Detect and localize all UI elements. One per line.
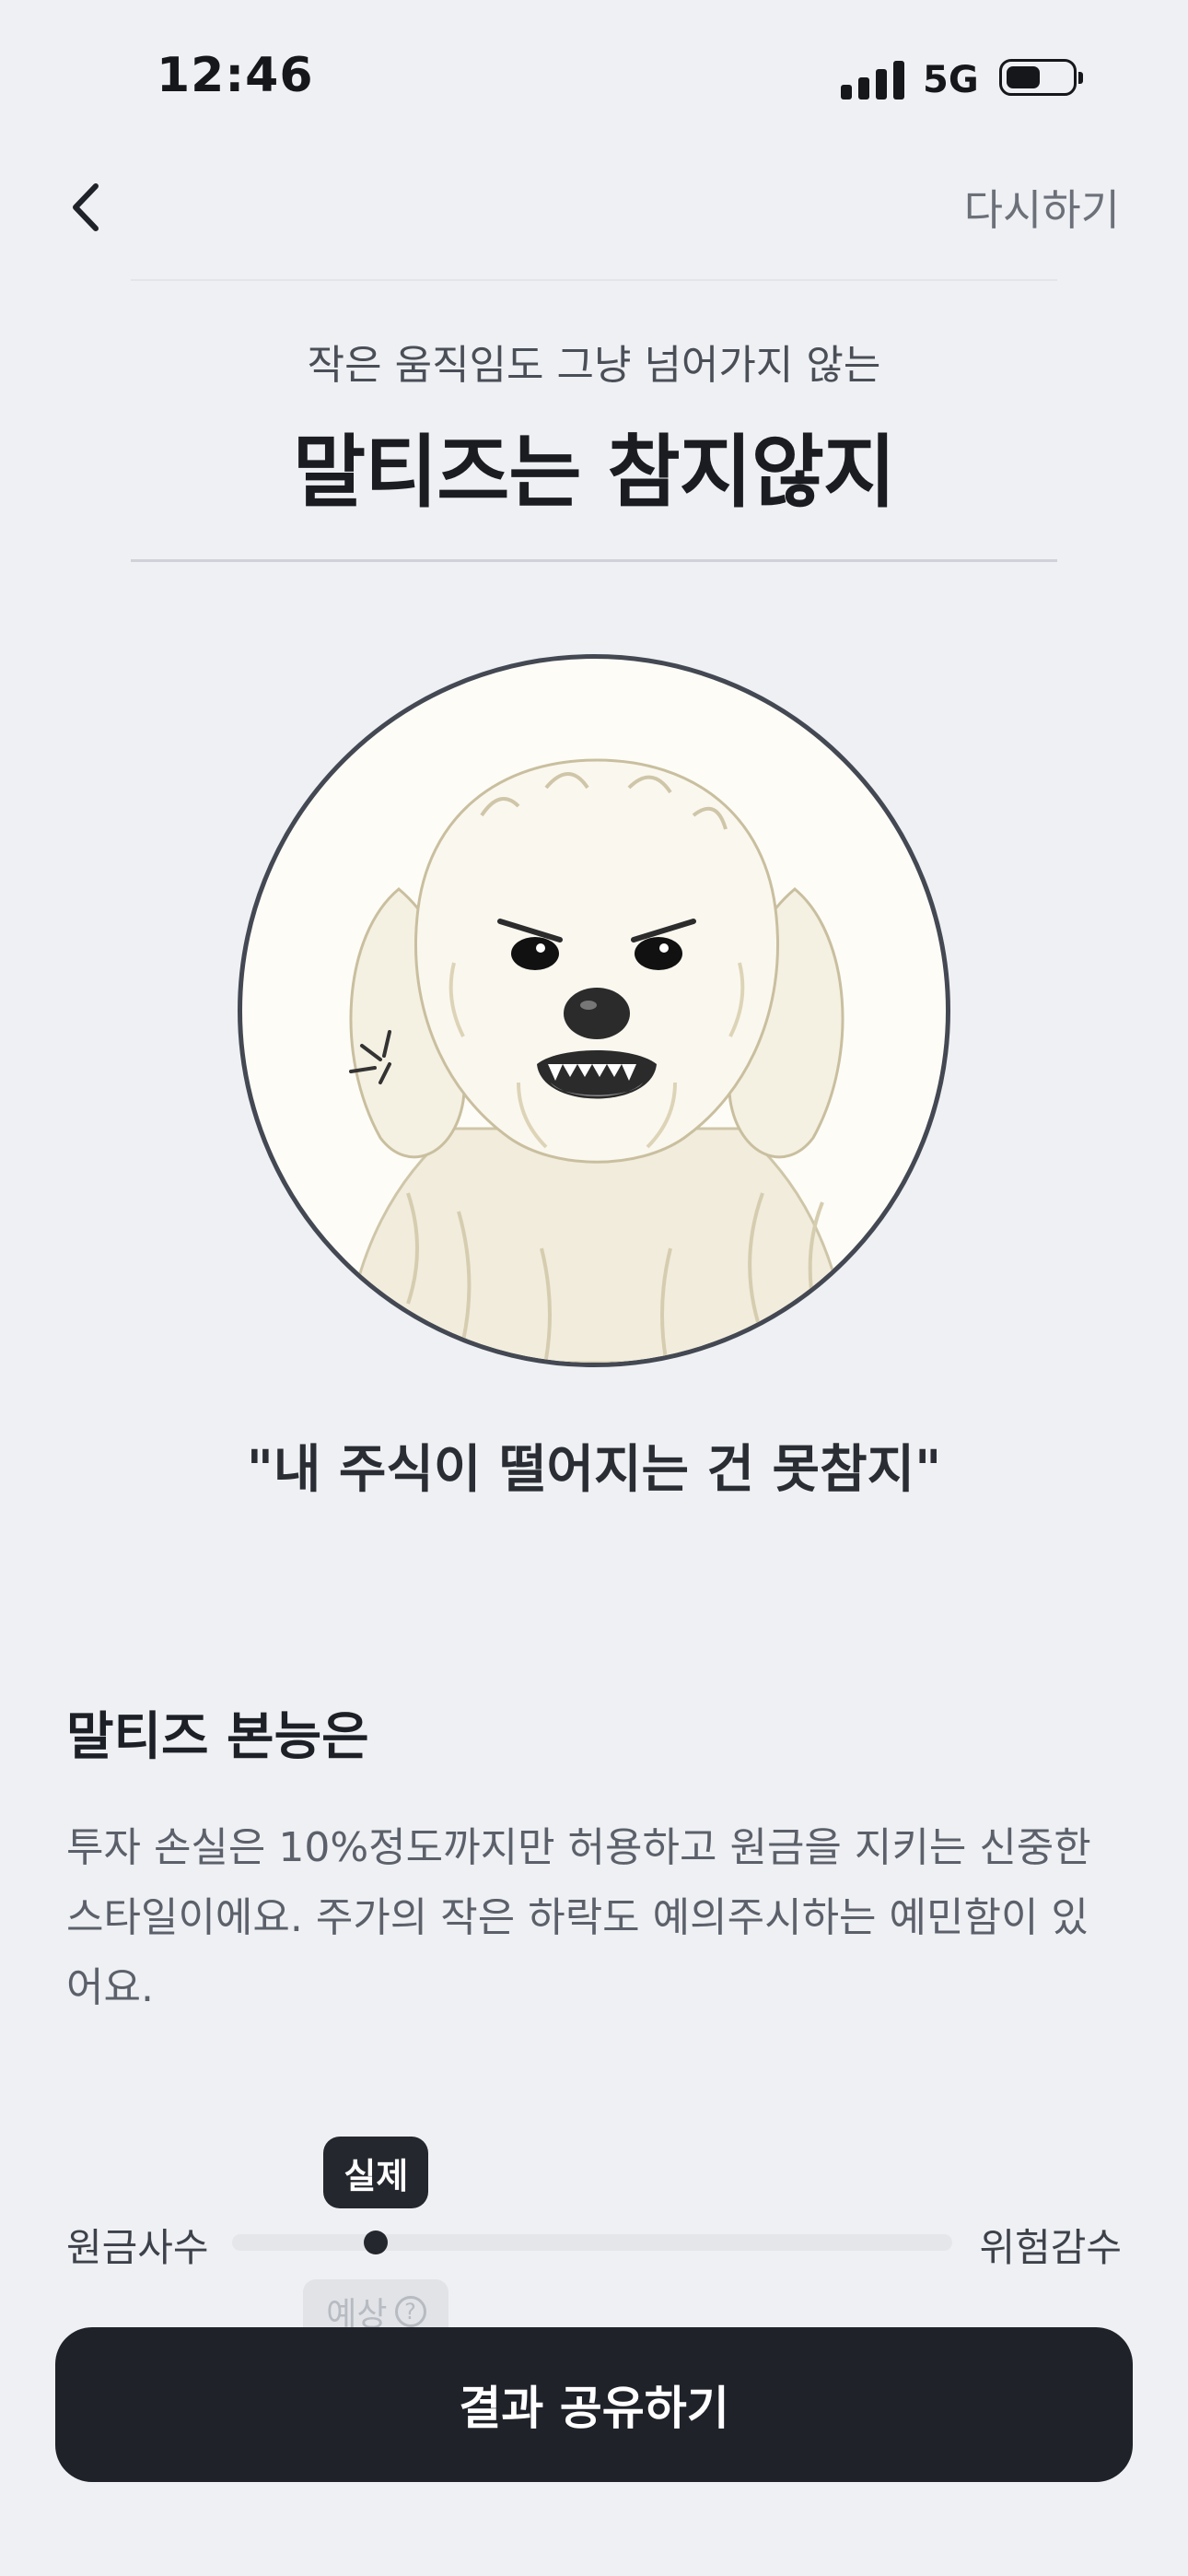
instinct-description: 투자 손실은 10%정도까지만 허용하고 원금을 지키는 신중한 스타일이에요.… bbox=[66, 1824, 1091, 2011]
signal-icon bbox=[841, 59, 905, 100]
slider-left-label: 원금사수 bbox=[66, 2225, 209, 2270]
retry-button[interactable]: 다시하기 bbox=[964, 177, 1120, 238]
divider bbox=[131, 279, 1057, 281]
result-quote: "내 주식이 떨어지는 건 못참지" bbox=[246, 1440, 942, 1500]
share-result-button[interactable]: 결과 공유하기 bbox=[55, 2327, 1133, 2482]
battery-icon bbox=[999, 59, 1083, 96]
angry-maltese-dog-icon bbox=[342, 758, 852, 1363]
actual-tag: 실제 bbox=[323, 2137, 429, 2208]
network-label: 5G bbox=[923, 59, 979, 101]
chevron-left-icon bbox=[73, 183, 99, 231]
risk-slider-marker bbox=[364, 2231, 389, 2254]
result-title: 말티즈는 참지않지 bbox=[293, 427, 896, 519]
back-button[interactable] bbox=[55, 175, 120, 240]
dog-portrait bbox=[238, 654, 950, 1367]
slider-right-label: 위험감수 bbox=[979, 2225, 1122, 2270]
instinct-heading: 말티즈 본능은 bbox=[66, 1707, 369, 1767]
result-subtitle: 작은 움직임도 그냥 넘어가지 않는 bbox=[307, 342, 881, 389]
divider bbox=[131, 559, 1057, 562]
help-icon[interactable]: ? bbox=[394, 2296, 426, 2327]
risk-slider-track bbox=[232, 2234, 952, 2251]
status-time: 12:46 bbox=[157, 48, 314, 103]
